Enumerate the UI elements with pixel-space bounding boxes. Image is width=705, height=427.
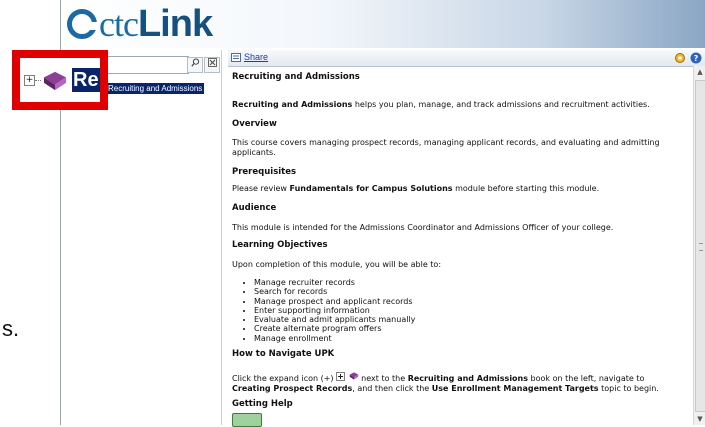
help-icon[interactable]: ? <box>690 52 702 64</box>
book-icon <box>349 372 358 380</box>
callout-highlight-box: + Re <box>12 50 108 110</box>
list-item: Enter supporting information <box>254 306 415 315</box>
doc-intro: Recruiting and Admissions helps you plan… <box>232 100 684 110</box>
svg-text:?: ? <box>694 54 699 63</box>
overview-heading: Overview <box>232 119 277 129</box>
navigate-bold1: Recruiting and Admissions <box>407 374 529 383</box>
scroll-down-icon[interactable]: ▼ <box>694 413 705 425</box>
concept-pane: Share ? Recruiting and Admissions Recrui… <box>228 50 705 427</box>
navigate-p3: book on the left, navigate to <box>528 374 645 383</box>
objectives-heading: Learning Objectives <box>232 240 328 250</box>
prereq-text: Please review Fundamentals for Campus So… <box>232 184 684 194</box>
book-icon-zoomed <box>44 71 66 91</box>
expand-icon <box>336 372 346 381</box>
slide-text-fragment: s. <box>2 316 20 341</box>
intro-bold: Recruiting and Admissions <box>232 100 353 109</box>
navigate-p4: , and then click the <box>352 384 432 393</box>
help-heading: Getting Help <box>232 399 293 409</box>
objectives-intro: Upon completion of this module, you will… <box>232 260 442 269</box>
expand-icon-zoomed[interactable]: + <box>24 75 35 86</box>
concept-toolbar: Share ? <box>228 50 705 67</box>
logo-swirl-icon <box>67 9 98 39</box>
logo-suffix: Link <box>137 2 213 45</box>
list-item: Search for records <box>254 287 415 296</box>
navigate-p5: topic to begin. <box>598 384 659 393</box>
clear-icon <box>207 58 217 67</box>
search-icon <box>190 58 199 67</box>
overview-text: This course covers managing prospect rec… <box>232 138 660 157</box>
navigate-bold3: Use Enrollment Management Targets <box>431 384 599 393</box>
prereq-bold: Fundamentals for Campus Solutions <box>289 184 453 193</box>
concept-document: Recruiting and Admissions Recruiting and… <box>232 70 688 427</box>
scroll-grip <box>699 243 703 251</box>
navigate-heading: How to Navigate UPK <box>232 349 335 359</box>
prereq-heading: Prerequisites <box>232 167 297 177</box>
objectives-list: Manage recruiter records Search for reco… <box>232 278 415 343</box>
scroll-up-icon[interactable]: ▲ <box>694 66 705 78</box>
navigate-text: Click the expand icon (+) next to the Re… <box>232 371 684 394</box>
navigate-bold2: Creating Prospect Records <box>232 384 353 393</box>
list-item: Manage prospect and applicant records <box>254 297 415 306</box>
list-item: Create alternate program offers <box>254 324 415 333</box>
audience-heading: Audience <box>232 203 277 213</box>
app-banner: ctc Link <box>61 0 705 48</box>
navigate-p1: Click the expand icon (+) <box>232 374 337 383</box>
doc-title: Recruiting and Admissions <box>232 72 360 82</box>
navigate-p2: next to the <box>358 374 408 383</box>
tools-icon[interactable] <box>674 52 686 64</box>
share-icon[interactable] <box>231 53 241 62</box>
list-item: Manage recruiter records <box>254 278 415 287</box>
scroll-thumb[interactable] <box>695 80 705 412</box>
clear-search-button[interactable] <box>204 57 220 73</box>
prereq-post: module before starting this module. <box>452 184 600 193</box>
list-item: Evaluate and admit applicants manually <box>254 315 415 324</box>
tree-item-label-zoomed: Re <box>72 68 100 92</box>
ctclink-logo: ctc Link <box>67 2 213 45</box>
share-link[interactable]: Share <box>244 52 268 62</box>
prereq-pre: Please review <box>232 184 290 193</box>
tree-connector-zoomed <box>35 80 41 81</box>
list-item: Manage enrollment <box>254 334 415 343</box>
tree-item-label[interactable]: Recruiting and Admissions <box>106 82 205 94</box>
intro-text: helps you plan, manage, and track admiss… <box>352 100 650 109</box>
logo-prefix: ctc <box>99 4 139 44</box>
vertical-scrollbar[interactable]: ▲ ▼ <box>693 66 705 425</box>
upk-player-window: ctc Link + Recruiting and Admissions Sha… <box>60 0 705 427</box>
search-button[interactable] <box>187 57 203 73</box>
audience-text: This module is intended for the Admissio… <box>232 223 614 232</box>
